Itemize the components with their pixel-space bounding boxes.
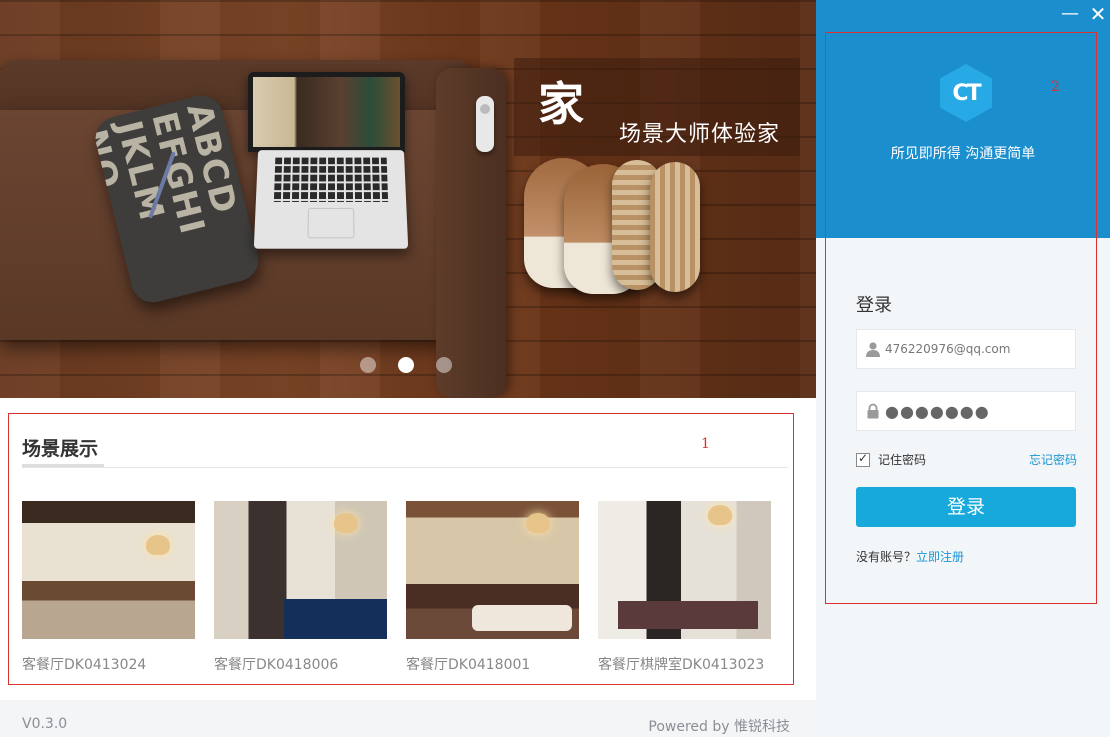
close-icon[interactable]: ✕ — [1088, 4, 1108, 24]
carousel-dot-2[interactable] — [398, 357, 414, 373]
login-heading: 登录 — [856, 291, 892, 317]
checkered-slipper — [650, 162, 700, 292]
no-account-text: 没有账号？ — [856, 550, 916, 564]
scene-caption[interactable]: 客餐厅棋牌室DK0413023 — [598, 654, 771, 674]
laptop-screen — [248, 72, 405, 152]
footer: V0.3.0 Powered by 惟锐科技 — [0, 700, 816, 737]
scene-caption[interactable]: 客餐厅DK0418001 — [406, 654, 579, 674]
register-link[interactable]: 立即注册 — [916, 550, 964, 564]
scene-section-title: 场景展示 — [22, 434, 98, 461]
remote-control — [476, 96, 494, 152]
minimize-icon[interactable]: — — [1060, 4, 1080, 24]
logo-lettering: CT — [952, 81, 979, 106]
scene-card[interactable]: 客餐厅DK0418006 — [214, 501, 387, 674]
sofa-arm — [436, 68, 506, 398]
scene-grid: 客餐厅DK0413024 客餐厅DK0418006 客餐厅DK0418001 客… — [22, 501, 771, 674]
lock-icon — [865, 403, 881, 419]
scene-card[interactable]: 客餐厅棋牌室DK0413023 — [598, 501, 771, 674]
password-field[interactable] — [856, 391, 1076, 431]
scene-thumbnail[interactable] — [406, 501, 579, 639]
carousel-dot-1[interactable] — [360, 357, 376, 373]
laptop-keyboard — [254, 150, 408, 249]
username-input[interactable] — [885, 330, 1073, 368]
register-prompt: 没有账号？立即注册 — [856, 548, 964, 565]
carousel-dot-3[interactable] — [436, 357, 452, 373]
scene-caption[interactable]: 客餐厅DK0413024 — [22, 654, 195, 674]
section-divider — [22, 467, 788, 468]
scene-thumbnail[interactable] — [598, 501, 771, 639]
scene-caption[interactable]: 客餐厅DK0418006 — [214, 654, 387, 674]
version-label: V0.3.0 — [22, 716, 67, 732]
remember-checkbox[interactable] — [856, 453, 870, 467]
annotation-number: 2 — [1051, 79, 1060, 95]
banner-caption-subtitle: 场景大师体验家 — [619, 116, 780, 148]
remember-password[interactable]: 记住密码 — [856, 451, 926, 468]
scene-card[interactable]: 客餐厅DK0413024 — [22, 501, 195, 674]
powered-by-label: Powered by 惟锐科技 — [648, 716, 790, 736]
banner-caption: 家 场景大师体验家 — [514, 58, 800, 156]
scene-card[interactable]: 客餐厅DK0418001 — [406, 501, 579, 674]
banner-caption-title: 家 — [538, 68, 584, 134]
scene-thumbnail[interactable] — [22, 501, 195, 639]
scene-thumbnail[interactable] — [214, 501, 387, 639]
slogan: 所见即所得 沟通更简单 — [816, 143, 1110, 163]
forgot-password-link[interactable]: 忘记密码 — [1029, 451, 1077, 468]
username-field[interactable] — [856, 329, 1076, 369]
hero-banner[interactable]: ABCDEFGHIJKLMNO 家 场景大师体验家 — [0, 0, 816, 398]
section-title-underline — [22, 464, 104, 467]
remember-label[interactable]: 记住密码 — [878, 451, 926, 468]
carousel-indicators — [360, 357, 452, 373]
annotation-number: 1 — [701, 436, 710, 452]
password-input[interactable] — [885, 392, 1073, 430]
user-icon — [865, 341, 881, 357]
login-panel: — ✕ 2 CT 所见即所得 沟通更简单 登录 记住密码 忘记密码 登录 没有账… — [816, 0, 1110, 737]
login-button[interactable]: 登录 — [856, 487, 1076, 527]
